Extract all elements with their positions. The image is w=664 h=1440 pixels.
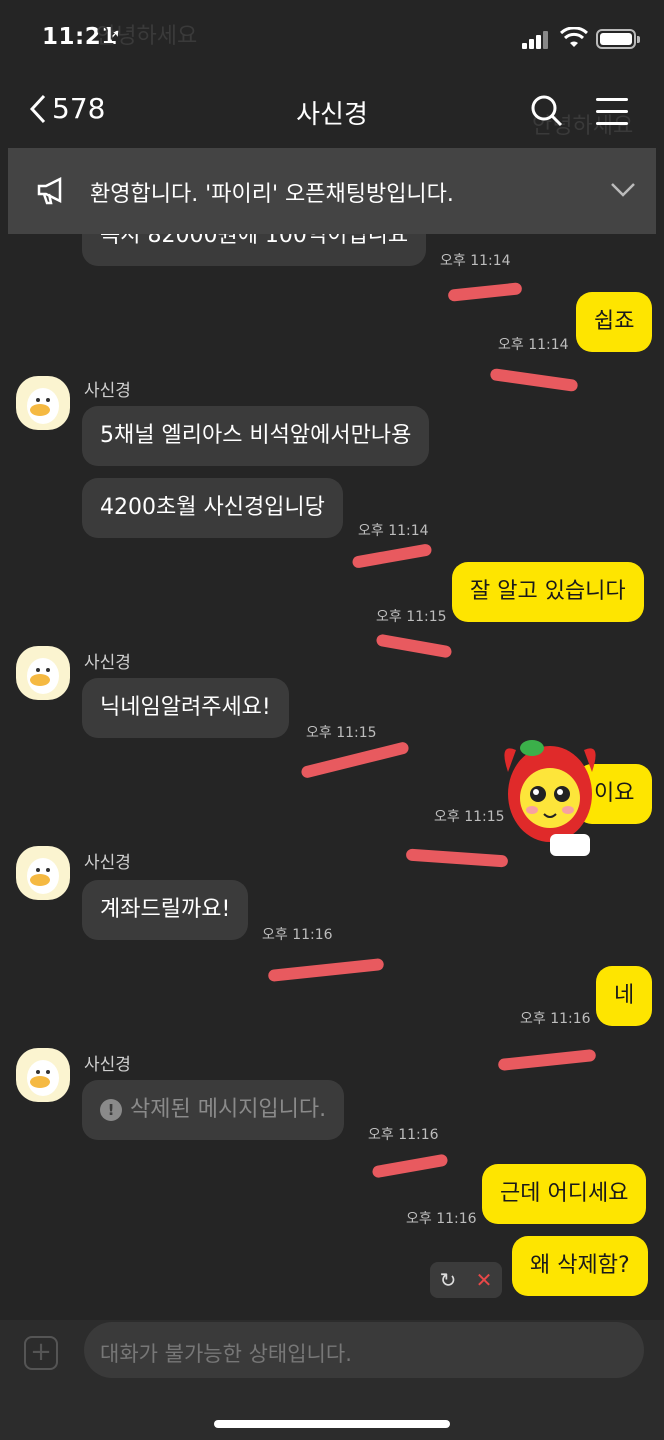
redaction-mark [300, 740, 410, 780]
search-icon[interactable] [530, 94, 564, 128]
avatar[interactable] [16, 1048, 70, 1102]
battery-icon [596, 29, 640, 49]
chat-header: 578 사신경 [0, 80, 664, 144]
message-bubble[interactable]: 닉네임알려주세요! [82, 678, 289, 738]
message-time: 오후 11:15 [376, 609, 447, 625]
deleted-message-bubble[interactable]: ! 삭제된 메시지입니다. [82, 1080, 345, 1140]
alert-icon: ! [100, 1099, 122, 1121]
input-placeholder: 대화가 불가능한 상태입니다. [100, 1342, 352, 1366]
room-title: 사신경 [296, 100, 368, 130]
sender-name: 사신경 [84, 1055, 131, 1075]
message-bubble-outgoing[interactable]: 왜 삭제함? [512, 1236, 648, 1296]
character-sticker-icon [504, 740, 596, 856]
duck-avatar-icon [27, 658, 59, 694]
signal-icon [522, 31, 550, 49]
avatar[interactable] [16, 846, 70, 900]
message-time: 오후 11:14 [440, 253, 511, 269]
duck-avatar-icon [27, 858, 59, 894]
message-bubble-outgoing[interactable]: 근데 어디세요 [482, 1164, 647, 1224]
sender-name: 사신경 [84, 653, 131, 673]
avatar[interactable] [16, 376, 70, 430]
duck-avatar-icon [27, 1060, 59, 1096]
redaction-mark [497, 1048, 597, 1072]
message-time: 오후 11:16 [368, 1127, 439, 1143]
redaction-mark [371, 1153, 449, 1179]
resend-icon[interactable]: ↻ [440, 1268, 457, 1292]
redaction-mark [447, 282, 523, 302]
megaphone-icon [37, 176, 62, 205]
menu-button[interactable] [596, 98, 628, 134]
message-bubble[interactable]: 4200초월 사신경입니당 [82, 478, 343, 538]
deleted-message-text: 삭제된 메시지입니다. [130, 1097, 327, 1122]
message-time: 오후 11:14 [498, 337, 569, 353]
failed-send-actions: ↻ ✕ [430, 1262, 502, 1298]
ghost-message-top: 안녕하세요 [96, 24, 198, 49]
duck-avatar-icon [27, 388, 59, 424]
notice-text: 환영합니다. '파이리' 오픈채팅방입니다. [90, 182, 454, 207]
message-bubble-outgoing[interactable]: 잘 알고 있습니다 [452, 562, 644, 622]
message-time: 오후 11:15 [306, 725, 377, 741]
close-icon[interactable]: ✕ [476, 1268, 493, 1292]
message-bubble-outgoing[interactable]: 쉽죠 [576, 292, 653, 352]
input-bar: + 대화가 불가능한 상태입니다. [0, 1320, 664, 1440]
message-time: 오후 11:16 [262, 927, 333, 943]
sender-name: 사신경 [84, 853, 131, 873]
message-time: 오후 11:16 [406, 1211, 477, 1227]
sender-name: 사신경 [84, 381, 131, 401]
redaction-mark [351, 543, 433, 569]
home-indicator[interactable] [214, 1420, 450, 1428]
message-bubble-outgoing[interactable]: 네 [596, 966, 653, 1026]
avatar[interactable] [16, 646, 70, 700]
redaction-mark [267, 957, 385, 983]
message-input[interactable]: 대화가 불가능한 상태입니다. [84, 1322, 644, 1378]
chevron-down-icon[interactable] [610, 182, 636, 198]
wifi-icon [560, 27, 588, 47]
message-bubble[interactable]: 5채널 엘리아스 비석앞에서만나용 [82, 406, 430, 466]
plus-icon[interactable]: + [24, 1336, 58, 1370]
redaction-mark [405, 848, 509, 868]
redaction-mark [375, 633, 453, 659]
message-bubble[interactable]: 계좌드릴까요! [82, 880, 249, 940]
redaction-mark [489, 367, 579, 393]
message-time: 오후 11:16 [520, 1011, 591, 1027]
message-time: 오후 11:14 [358, 523, 429, 539]
